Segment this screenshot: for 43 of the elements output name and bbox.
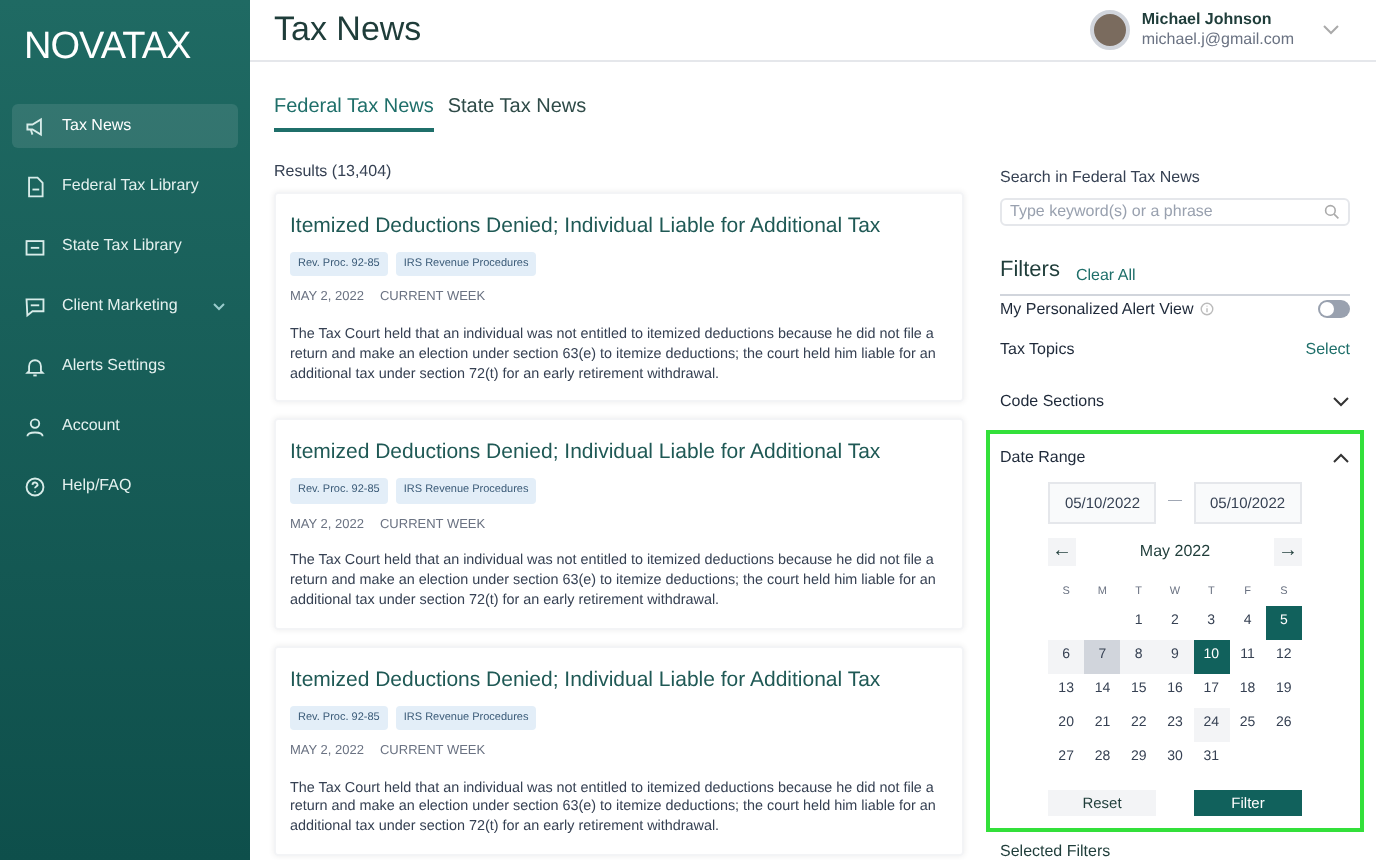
filter-label: My Personalized Alert View — [1000, 297, 1194, 322]
megaphone-icon — [24, 115, 46, 137]
search-field[interactable]: Type keyword(s) or a phrase — [1000, 198, 1350, 226]
user-email: michael.j@gmail.com — [1141, 30, 1294, 50]
logo: NOVATAX — [22, 24, 193, 72]
chevron-up-icon[interactable] — [1332, 451, 1350, 464]
sidebar-item[interactable]: Alerts Settings — [12, 344, 238, 388]
page-title: Tax News — [274, 8, 422, 53]
search-label: Search in Federal Tax News — [1000, 166, 1202, 190]
sidebar-item[interactable]: Federal Tax Library — [12, 164, 238, 208]
filter-label: Date Range — [1000, 445, 1086, 470]
alert-view-toggle[interactable] — [1318, 300, 1350, 319]
chat-icon — [24, 295, 46, 317]
previous-month-button[interactable]: ← — [1048, 538, 1076, 566]
info-icon — [1199, 302, 1214, 317]
select-link[interactable]: Select — [1305, 337, 1350, 362]
filter-label: Code Sections — [1000, 389, 1105, 414]
selected-filters-heading: Selected Filters — [1000, 844, 1113, 860]
sidebar-item[interactable]: Account — [12, 404, 238, 448]
filters-heading: Filters — [1000, 256, 1060, 286]
tab[interactable]: State Tax News — [447, 92, 587, 132]
avatar — [1089, 10, 1130, 50]
help-icon — [24, 475, 46, 497]
sidebar-item[interactable]: Tax News — [12, 104, 238, 148]
user-name: Michael Johnson — [1141, 10, 1274, 30]
folder-icon — [24, 235, 46, 257]
document-icon — [24, 175, 46, 197]
article-title[interactable]: Itemized Deductions Denied; Individual Liable for Additional Tax — [290, 214, 948, 241]
sidebar-item[interactable]: Help/FAQ — [12, 464, 238, 508]
article-title[interactable]: Itemized Deductions Denied; Individual Liable for Additional Tax — [290, 440, 948, 467]
filter-label: Tax Topics — [1000, 337, 1075, 362]
bell-icon — [24, 355, 46, 377]
tab[interactable]: Federal Tax News — [274, 92, 434, 132]
clear-all-link[interactable]: Clear All — [1075, 263, 1136, 287]
search-icon — [1324, 204, 1340, 220]
article-title[interactable]: Itemized Deductions Denied; Individual Liable for Additional Tax — [290, 667, 948, 694]
results-count: Results (13,404) — [274, 160, 394, 184]
month-label: May 2022 — [1139, 540, 1211, 564]
next-month-button[interactable]: → — [1273, 538, 1302, 566]
person-icon — [24, 415, 46, 437]
sidebar-item[interactable]: State Tax Library — [12, 224, 238, 268]
chevron-down-icon[interactable] — [1332, 395, 1350, 408]
sidebar-item[interactable]: Client Marketing — [12, 284, 238, 328]
